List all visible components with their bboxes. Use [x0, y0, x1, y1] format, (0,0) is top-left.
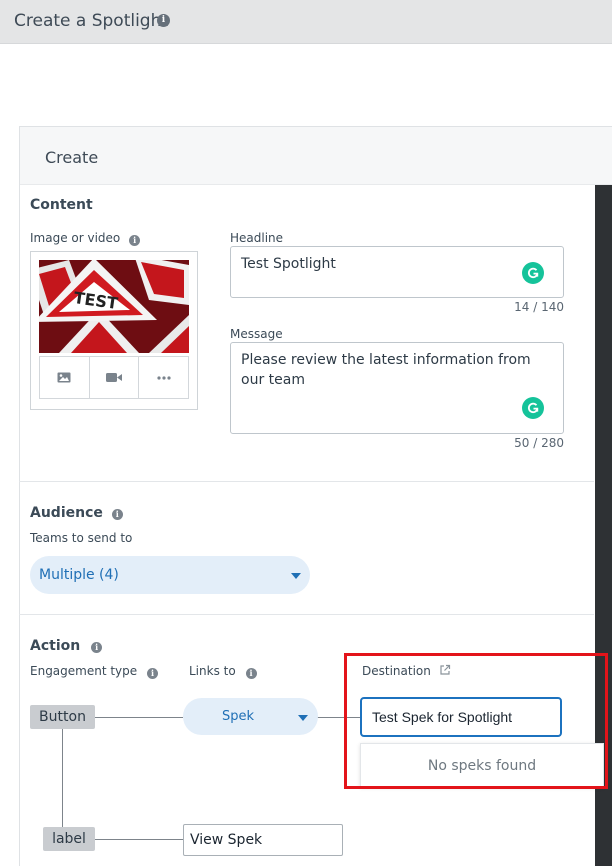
message-counter: 50 / 280 [514, 436, 564, 450]
message-input[interactable]: Please review the latest information fro… [230, 342, 564, 434]
grammarly-g-glyph [528, 402, 539, 414]
grammarly-icon[interactable] [522, 262, 544, 284]
info-icon[interactable]: i [157, 14, 170, 27]
video-camera-icon [106, 373, 122, 382]
panel-title: Create [45, 148, 99, 167]
message-label: Message [230, 327, 283, 341]
test-signs-image: TEST [39, 260, 189, 353]
action-info-icon[interactable]: i [91, 642, 103, 653]
more-dots-icon [157, 375, 171, 380]
content-section-title: Content [30, 197, 93, 213]
connector-line [62, 729, 63, 839]
connector-line [94, 839, 183, 840]
links-label-text: Links to [189, 664, 236, 678]
grammarly-g-glyph [528, 267, 539, 279]
teams-label: Teams to send to [30, 531, 133, 545]
label-tag: label [43, 827, 95, 851]
add-video-button[interactable] [90, 357, 140, 398]
section-divider [19, 614, 594, 615]
media-thumbnail[interactable]: TEST [39, 260, 189, 353]
media-tools [39, 356, 189, 399]
links-to-dropdown[interactable]: Spek [183, 698, 318, 735]
action-title-text: Action [30, 638, 81, 654]
media-box: TEST [30, 251, 198, 410]
panel-header: Create [20, 127, 612, 185]
audience-info-icon[interactable]: i [111, 509, 123, 520]
engagement-info-icon[interactable]: i [147, 668, 158, 679]
top-bar: Create a Spotlight i [0, 0, 612, 44]
teams-value: Multiple (4) [39, 567, 119, 583]
headline-label: Headline [230, 231, 284, 245]
add-image-button[interactable] [40, 357, 90, 398]
more-media-button[interactable] [139, 357, 188, 398]
section-divider [19, 481, 594, 482]
audience-title-text: Audience [30, 505, 103, 521]
button-label-value: View Spek [190, 832, 263, 848]
chevron-down-icon [291, 573, 301, 579]
chevron-down-icon [298, 715, 308, 721]
highlight-box [344, 653, 608, 789]
headline-input[interactable]: Test Spotlight [230, 246, 564, 298]
media-info-icon[interactable]: i [129, 235, 141, 246]
action-section-title: Action i [30, 638, 103, 654]
engagement-label: Engagement type i [30, 664, 158, 679]
image-icon [57, 372, 71, 383]
media-label: Image or video i [30, 231, 141, 246]
links-info-icon[interactable]: i [245, 668, 257, 679]
connector-line [95, 717, 183, 718]
button-label-input[interactable]: View Spek [183, 824, 343, 856]
links-to-value: Spek [221, 709, 255, 724]
message-value: Please review the latest information fro… [241, 352, 531, 388]
headline-value: Test Spotlight [241, 256, 336, 272]
media-label-text: Image or video [30, 231, 121, 245]
teams-dropdown[interactable]: Multiple (4) [30, 556, 310, 594]
engagement-label-text: Engagement type [30, 664, 138, 678]
headline-counter: 14 / 140 [514, 300, 564, 314]
links-label: Links to i [189, 664, 257, 679]
grammarly-icon[interactable] [522, 397, 544, 419]
audience-section-title: Audience i [30, 505, 123, 521]
page-title: Create a Spotlight [14, 11, 169, 31]
engagement-type-tag[interactable]: Button [30, 705, 95, 729]
